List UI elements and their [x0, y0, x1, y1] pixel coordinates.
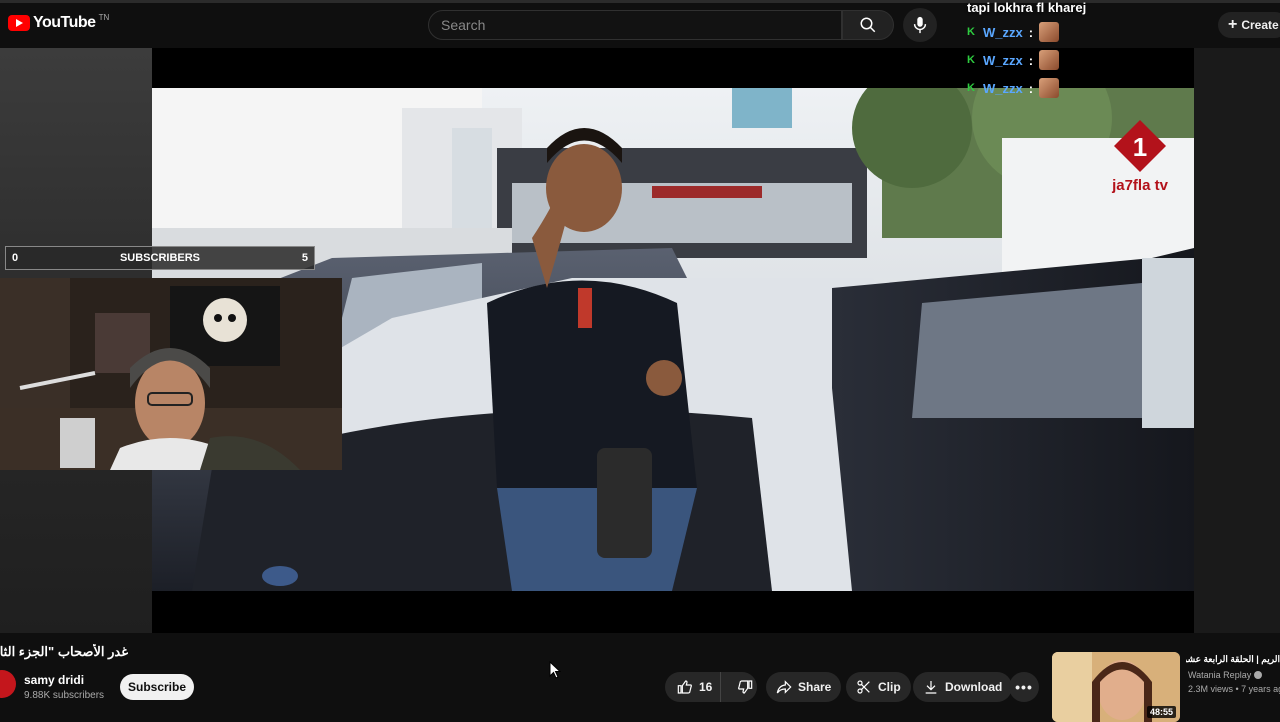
download-button[interactable]: Download: [913, 672, 1013, 702]
dislike-button[interactable]: [727, 672, 763, 702]
emote-icon: [1039, 22, 1060, 42]
download-icon: [925, 681, 937, 694]
video-duration: 48:55: [1146, 706, 1176, 718]
chat-message: K W_zzx :: [967, 21, 1060, 43]
emote-icon: [1039, 50, 1060, 70]
chat-header: tapi lokhra fl kharej: [967, 0, 1087, 15]
scissors-icon: [857, 680, 870, 694]
recommended-channel-name: Watania Replay: [1188, 670, 1252, 680]
channel-watermark: 1 ja7fla tv: [1108, 118, 1172, 202]
clip-label: Clip: [878, 680, 901, 694]
tv-logo-icon: 1: [1114, 120, 1166, 172]
verified-icon: [1254, 671, 1263, 679]
youtube-logo-icon: [8, 15, 30, 31]
goal-current: 0: [12, 252, 19, 264]
ambient-right: [1194, 48, 1280, 633]
recommended-meta: 2.3M views • 7 years ago: [1188, 684, 1280, 694]
kick-badge-icon: K: [967, 53, 975, 66]
recommended-channel: Watania Replay: [1188, 670, 1263, 680]
streamer-webcam: [0, 278, 342, 470]
kick-badge-icon: K: [967, 25, 975, 38]
search-button[interactable]: [842, 10, 894, 40]
search-box[interactable]: [428, 10, 842, 40]
more-horizontal-icon: •••: [1015, 679, 1033, 695]
webcam-scene: [0, 278, 342, 470]
mouse-cursor-icon: [549, 660, 562, 684]
emote-icon: [1039, 78, 1060, 98]
like-count: 16: [699, 680, 713, 694]
chat-message: K W_zzx :: [967, 77, 1060, 99]
subscribe-button[interactable]: Subscribe: [120, 674, 194, 700]
recommended-title[interactable]: الريم | الحلقة الرابعة عشر: [1186, 654, 1280, 665]
download-label: Download: [945, 680, 1003, 694]
kick-badge-icon: K: [967, 81, 975, 94]
plus-icon: +: [1228, 16, 1238, 33]
share-label: Share: [798, 680, 832, 694]
chat-username: W_zzx: [983, 52, 1023, 68]
share-button[interactable]: Share: [766, 672, 842, 702]
chat-username: W_zzx: [983, 24, 1023, 40]
create-button[interactable]: + Create: [1218, 12, 1280, 38]
microphone-icon: [913, 16, 927, 34]
watermark-text: ja7fla tv: [1112, 177, 1168, 194]
goal-label: SUBSCRIBERS: [119, 252, 201, 264]
voice-search-button[interactable]: [903, 8, 937, 42]
goal-target: 5: [301, 252, 308, 264]
chat-message: K W_zzx :: [967, 49, 1060, 71]
channel-name[interactable]: samy dridi: [24, 673, 84, 687]
chat-username: W_zzx: [983, 80, 1023, 96]
recommended-thumbnail[interactable]: 48:55: [1052, 652, 1180, 722]
logo-country: TN: [98, 12, 110, 22]
youtube-logo[interactable]: YouTube TN: [8, 12, 110, 32]
chat-separator: :: [1028, 24, 1034, 40]
chat-separator: :: [1028, 52, 1034, 68]
svg-text:1: 1: [1133, 132, 1147, 162]
clip-button[interactable]: Clip: [846, 672, 911, 702]
more-actions-button[interactable]: •••: [1009, 672, 1039, 702]
search-icon: [860, 17, 876, 33]
channel-avatar[interactable]: [0, 670, 16, 698]
logo-text: YouTube: [33, 14, 96, 31]
create-label: Create: [1241, 18, 1279, 32]
subscriber-count: 9.88K subscribers: [24, 690, 105, 701]
stream-chat-overlay: tapi lokhra fl kharej K W_zzx : K W_zzx …: [962, 0, 1194, 100]
search-input[interactable]: [429, 11, 833, 39]
chat-separator: :: [1028, 80, 1034, 96]
thumbs-up-icon: [677, 680, 692, 694]
like-button[interactable]: 16: [665, 672, 722, 702]
share-icon: [776, 680, 792, 694]
like-dislike-group: 16: [665, 672, 757, 702]
subscriber-goal-bar: 0 SUBSCRIBERS 5: [5, 246, 315, 270]
video-title: غدر الأصحاب "الجزء الثا": [0, 644, 128, 659]
thumbs-down-icon: [738, 680, 753, 694]
